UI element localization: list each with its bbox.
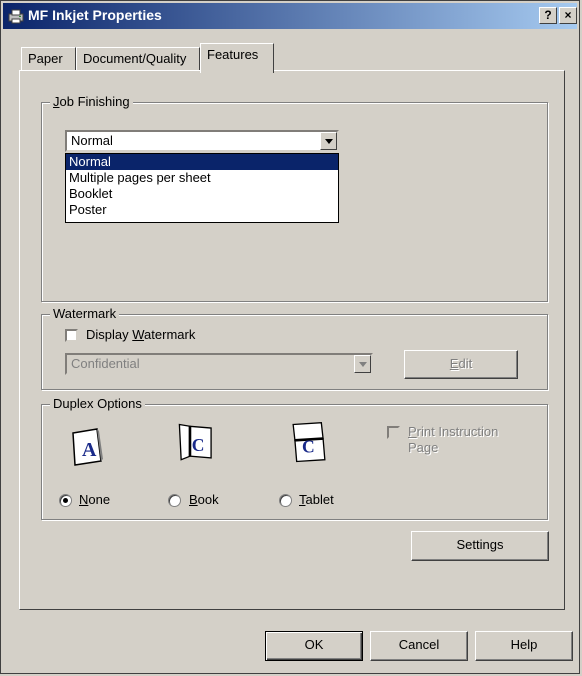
- settings-button[interactable]: Settings: [411, 531, 549, 561]
- help-button[interactable]: Help: [475, 631, 573, 661]
- duplex-none-radio[interactable]: [59, 494, 72, 507]
- watermark-select[interactable]: Confidential: [65, 353, 373, 375]
- duplex-tablet-icon-letter: C: [302, 437, 315, 457]
- question-icon: ?: [544, 8, 552, 22]
- duplex-tablet-label: Tablet: [299, 492, 334, 507]
- display-watermark-checkbox[interactable]: [65, 329, 78, 342]
- help-label: Help: [510, 637, 538, 652]
- display-watermark-label: Display Watermark: [86, 327, 196, 342]
- duplex-book-radio[interactable]: [168, 494, 181, 507]
- chevron-down-icon[interactable]: [354, 355, 371, 373]
- duplex-none-label: None: [79, 492, 111, 507]
- title-bar[interactable]: MF Inkjet Properties ? ×: [3, 3, 577, 29]
- job-finishing-select[interactable]: Normal: [65, 130, 339, 152]
- settings-label: Settings: [456, 537, 504, 552]
- list-item-multiple-pages[interactable]: Multiple pages per sheet: [66, 170, 338, 186]
- list-item-normal[interactable]: Normal: [66, 154, 338, 170]
- chevron-down-icon[interactable]: [320, 132, 337, 150]
- tab-features[interactable]: Features: [200, 43, 274, 73]
- edit-watermark-button[interactable]: Edit: [404, 350, 518, 379]
- ok-label: OK: [304, 637, 324, 652]
- print-instruction-label: Print Instruction Page: [408, 424, 499, 455]
- help-title-button[interactable]: ?: [539, 7, 557, 24]
- tab-document-quality[interactable]: Document/Quality: [76, 47, 200, 71]
- duplex-none-icon-letter: A: [82, 439, 97, 461]
- duplex-options-label: Duplex Options: [50, 396, 145, 411]
- job-finishing-dropdown-list: Normal Multiple pages per sheet Booklet …: [65, 153, 339, 223]
- close-title-button[interactable]: ×: [559, 7, 577, 24]
- watermark-label: Watermark: [50, 306, 120, 321]
- duplex-book-icon: C: [178, 423, 212, 461]
- tab-paper[interactable]: Paper: [21, 47, 76, 71]
- duplex-none-icon: A: [72, 428, 103, 466]
- close-icon: ×: [564, 8, 572, 22]
- window-title: MF Inkjet Properties: [28, 7, 162, 23]
- duplex-tablet-radio[interactable]: [279, 494, 292, 507]
- list-item-poster[interactable]: Poster: [66, 202, 338, 218]
- watermark-value: Confidential: [71, 356, 140, 371]
- properties-dialog: MF Inkjet Properties ? × Paper Document/…: [0, 0, 580, 674]
- tab-features-label: Features: [207, 47, 259, 62]
- list-item-booklet[interactable]: Booklet: [66, 186, 338, 202]
- job-finishing-label: Job Finishing: [50, 94, 133, 109]
- printer-icon: [8, 9, 24, 24]
- duplex-book-label: Book: [189, 492, 219, 507]
- tab-document-quality-label: Document/Quality: [83, 51, 187, 66]
- print-instruction-checkbox[interactable]: [387, 426, 400, 439]
- job-finishing-value: Normal: [71, 133, 113, 148]
- cancel-button[interactable]: Cancel: [370, 631, 468, 661]
- duplex-book-icon-letter: C: [192, 435, 205, 455]
- duplex-tablet-icon: C: [292, 422, 326, 463]
- tab-paper-label: Paper: [28, 51, 63, 66]
- ok-button[interactable]: OK: [265, 631, 363, 661]
- cancel-label: Cancel: [398, 637, 440, 652]
